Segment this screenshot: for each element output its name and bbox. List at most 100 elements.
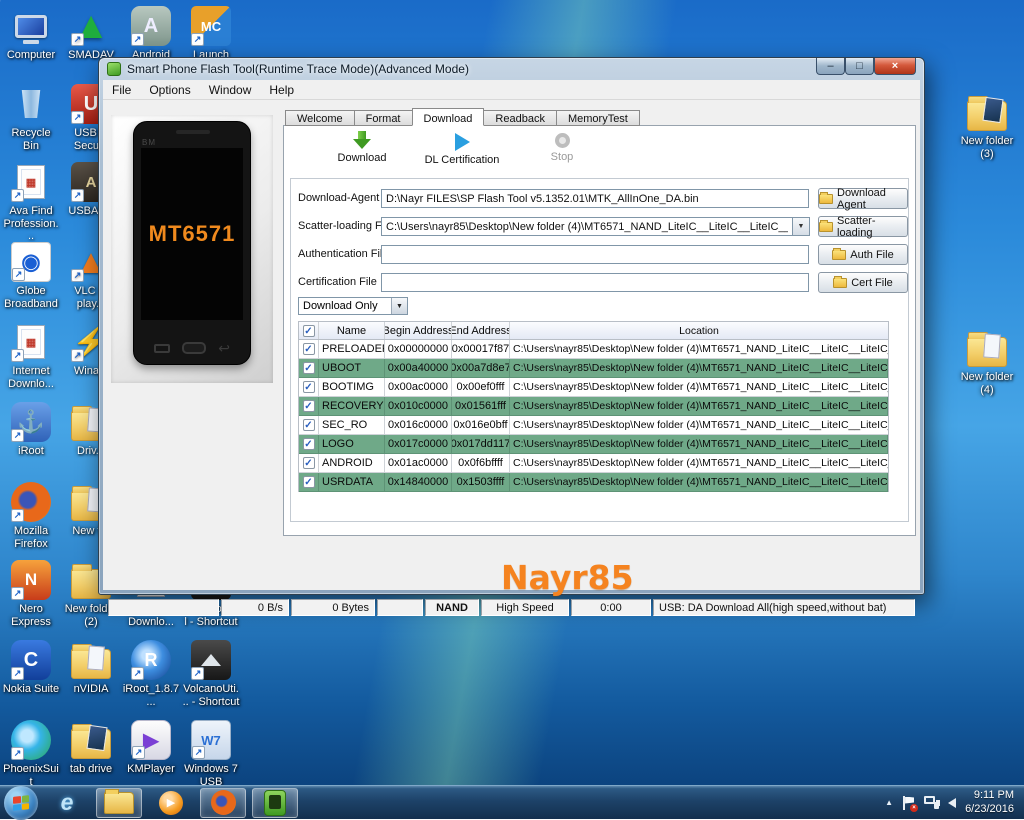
table-row[interactable]: ✓ BOOTIMG 0x00ac0000 0x00ef0fff C:\Users… [299, 378, 888, 397]
col-end-address[interactable]: End Address [452, 322, 510, 339]
table-row[interactable]: ✓ RECOVERY 0x010c0000 0x01561fff C:\User… [299, 397, 888, 416]
taskbar-firefox[interactable] [200, 788, 246, 818]
dl-certification-button[interactable]: DL Certification [412, 126, 512, 174]
status-storage: NAND [425, 599, 479, 616]
select-all-checkbox[interactable]: ✓ [303, 325, 315, 337]
row-checkbox[interactable]: ✓ [303, 476, 315, 488]
col-name[interactable]: Name [319, 322, 385, 339]
volume-icon[interactable] [948, 798, 956, 808]
desktop-icon-volcanoutility[interactable]: ↗ VolcanoUti... - Shortcut [182, 640, 240, 708]
desktop-icon-iroot-187[interactable]: R↗ iRoot_1.8.7... [122, 640, 180, 708]
table-row[interactable]: ✓ USRDATA 0x14840000 0x1503ffff C:\Users… [299, 473, 888, 492]
desktop-icon-android[interactable]: A↗ Android [122, 6, 180, 62]
desktop-icon-firefox[interactable]: ↗ Mozilla Firefox [2, 482, 60, 550]
row-checkbox[interactable]: ✓ [303, 438, 315, 450]
taskbar-internet-explorer[interactable]: e [44, 788, 90, 818]
desktop-icon-nero-express[interactable]: N↗ Nero Express [2, 560, 60, 628]
desktop-icon-ava-find[interactable]: ▦↗ Ava Find Profession... [2, 162, 60, 243]
tab-welcome[interactable]: Welcome [285, 110, 354, 126]
recycle-bin-icon [11, 84, 51, 124]
desktop-icon-kmplayer[interactable]: ▶↗ KMPlayer [122, 720, 180, 776]
action-center-icon[interactable]: × [902, 796, 915, 810]
auth-file-button[interactable]: Auth File [818, 244, 908, 265]
download-agent-label: Download-Agent [298, 192, 379, 204]
title-bar[interactable]: Smart Phone Flash Tool(Runtime Trace Mod… [99, 58, 924, 80]
table-row[interactable]: ✓ ANDROID 0x01ac0000 0x0f6bffff C:\Users… [299, 454, 888, 473]
desktop-icon-new-folder-4[interactable]: New folder (4) [958, 328, 1016, 396]
cert-file-input[interactable] [381, 273, 809, 292]
table-row[interactable]: ✓ PRELOADER 0x00000000 0x00017f87 C:\Use… [299, 340, 888, 359]
taskbar-clock[interactable]: 9:11 PM 6/23/2016 [965, 789, 1014, 817]
desktop-icon-smadav[interactable]: ▲↗ SMADAV [62, 6, 120, 62]
taskbar-windows-explorer[interactable] [96, 788, 142, 818]
status-bar: 0 B/s 0 Bytes NAND High Speed 0:00 USB: … [108, 599, 915, 616]
phone-image: BM MT6571 ↩ [133, 121, 251, 365]
download-action-button[interactable]: Download [312, 126, 412, 174]
phoenix-icon: ↗ [11, 720, 51, 760]
maximize-button[interactable]: □ [845, 58, 874, 75]
table-row[interactable]: ✓ UBOOT 0x00a40000 0x00a7d8e7 C:\Users\n… [299, 359, 888, 378]
taskbar-media-player[interactable]: ▶ [148, 788, 194, 818]
shortcut-arrow-icon: ↗ [11, 429, 24, 442]
taskbar-flash-tool[interactable] [252, 788, 298, 818]
tab-format[interactable]: Format [354, 110, 412, 126]
desktop-icon-tab-drive[interactable]: tab drive [62, 720, 120, 776]
menu-window[interactable]: Window [200, 80, 261, 99]
row-checkbox[interactable]: ✓ [303, 419, 315, 431]
stop-button[interactable]: Stop [512, 126, 612, 174]
scatter-dropdown-arrow[interactable]: ▼ [793, 217, 810, 236]
media-player-icon: ▶ [159, 791, 183, 815]
phone-nav-bar: ↩ [134, 342, 250, 354]
status-rate: 0 B/s [221, 599, 289, 616]
desktop-icon-new-folder-3[interactable]: New folder (3) [958, 92, 1016, 160]
tab-readback[interactable]: Readback [484, 110, 556, 126]
icon-label: Globe Broadband [2, 285, 60, 310]
col-location[interactable]: Location [510, 322, 888, 339]
download-agent-input[interactable] [381, 189, 809, 208]
close-button[interactable]: × [874, 58, 916, 75]
desktop-icon-internet-download[interactable]: ▦↗ Internet Downlo... [2, 322, 60, 390]
table-row[interactable]: ✓ SEC_RO 0x016c0000 0x016e0bff C:\Users\… [299, 416, 888, 435]
shortcut-arrow-icon: ↗ [132, 746, 145, 759]
menu-bar: File Options Window Help [103, 80, 920, 100]
play-icon [455, 133, 470, 151]
phone-screen: MT6571 [141, 148, 243, 320]
menu-options[interactable]: Options [140, 80, 199, 99]
minimize-button[interactable]: – [816, 58, 845, 75]
desktop-icon-nvidia[interactable]: nVIDIA [62, 640, 120, 696]
table-row[interactable]: ✓ LOGO 0x017c0000 0x017dd117 C:\Users\na… [299, 435, 888, 454]
start-button[interactable] [4, 786, 38, 820]
system-tray: ▲ × 9:11 PM 6/23/2016 [885, 789, 1024, 817]
icon-label: Computer [2, 49, 60, 62]
maximize-icon: □ [856, 61, 863, 72]
menu-help[interactable]: Help [260, 80, 303, 99]
desktop-icon-phoenixsuit[interactable]: ↗ PhoenixSuit [2, 720, 60, 788]
icon-label: Nero Express [2, 603, 60, 628]
desktop-icon-nokia-suite[interactable]: C↗ Nokia Suite [2, 640, 60, 696]
desktop-icon-globe-broadband[interactable]: ◉↗ Globe Broadband [2, 242, 60, 310]
row-checkbox[interactable]: ✓ [303, 400, 315, 412]
row-checkbox[interactable]: ✓ [303, 362, 315, 374]
col-begin-address[interactable]: Begin Address [385, 322, 452, 339]
app-icon [107, 62, 121, 76]
scatter-file-input[interactable] [381, 217, 793, 236]
row-checkbox[interactable]: ✓ [303, 457, 315, 469]
cert-file-button[interactable]: Cert File [818, 272, 908, 293]
menu-file[interactable]: File [103, 80, 140, 99]
status-empty [377, 599, 423, 616]
tray-expand-icon[interactable]: ▲ [885, 798, 893, 807]
icon-label: New folder (3) [958, 135, 1016, 160]
download-agent-button[interactable]: Download Agent [818, 188, 908, 209]
icon-label: VolcanoUti... - Shortcut [182, 683, 240, 708]
desktop-icon-computer[interactable]: Computer [2, 6, 60, 62]
progress-segment [108, 599, 219, 616]
download-mode-select[interactable]: Download Only ▼ [298, 297, 408, 315]
row-checkbox[interactable]: ✓ [303, 343, 315, 355]
desktop-icon-iroot[interactable]: ⚓↗ iRoot [2, 402, 60, 458]
scatter-loading-button[interactable]: Scatter-loading [818, 216, 908, 237]
desktop-icon-recycle-bin[interactable]: Recycle Bin [2, 84, 60, 152]
auth-file-input[interactable] [381, 245, 809, 264]
tab-memorytest[interactable]: MemoryTest [556, 110, 640, 126]
tab-download[interactable]: Download [412, 108, 485, 126]
row-checkbox[interactable]: ✓ [303, 381, 315, 393]
